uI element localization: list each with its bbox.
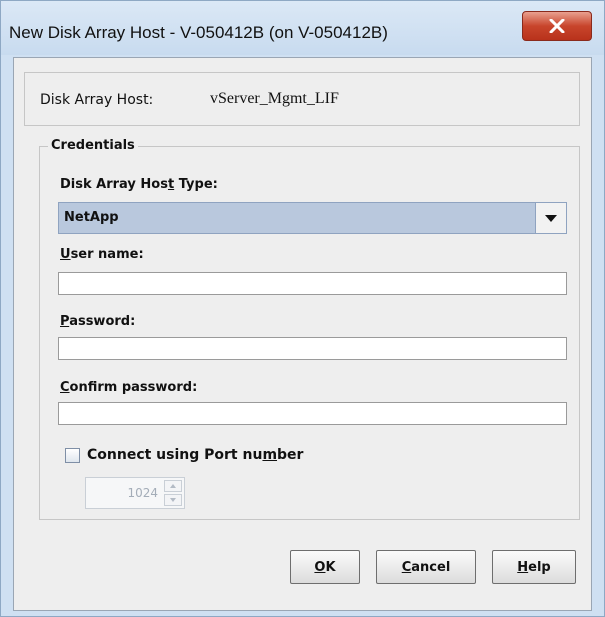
port-checkbox[interactable]	[65, 448, 80, 463]
spin-down-button[interactable]	[164, 494, 182, 506]
host-type-label: Disk Array Host Type:	[60, 177, 218, 192]
host-info-panel: Disk Array Host: vServer_Mgmt_LIF	[24, 72, 580, 126]
password-input[interactable]	[58, 337, 567, 360]
spin-up-button[interactable]	[164, 480, 182, 492]
dropdown-button[interactable]	[535, 203, 566, 233]
port-number-value: 1024	[127, 486, 158, 500]
close-button[interactable]	[522, 11, 592, 41]
spinner-buttons	[164, 480, 182, 506]
host-value: vServer_Mgmt_LIF	[210, 90, 339, 107]
dialog-content: Disk Array Host: vServer_Mgmt_LIF Creden…	[13, 57, 592, 611]
password-label: Password:	[60, 314, 136, 329]
host-type-value: NetApp	[64, 210, 119, 225]
help-button[interactable]: Help	[492, 550, 576, 584]
dialog-window: New Disk Array Host - V-050412B (on V-05…	[0, 0, 605, 617]
confirm-password-label: Confirm password:	[60, 380, 198, 395]
port-checkbox-label[interactable]: Connect using Port number	[87, 447, 303, 463]
chevron-up-icon	[170, 484, 176, 488]
chevron-down-icon	[170, 498, 176, 502]
credentials-group: Credentials Disk Array Host Type: NetApp…	[39, 138, 580, 520]
cancel-button[interactable]: Cancel	[376, 550, 476, 584]
confirm-password-input[interactable]	[58, 402, 567, 425]
title-bar[interactable]: New Disk Array Host - V-050412B (on V-05…	[1, 1, 604, 55]
username-label: User name:	[60, 247, 144, 262]
chevron-down-icon	[545, 214, 557, 222]
host-type-select[interactable]: NetApp	[58, 202, 567, 234]
host-label: Disk Array Host:	[40, 92, 154, 108]
window-title: New Disk Array Host - V-050412B (on V-05…	[9, 23, 388, 42]
credentials-legend: Credentials	[48, 138, 138, 153]
username-input[interactable]	[58, 272, 567, 295]
port-number-spinner[interactable]: 1024	[85, 477, 185, 509]
close-icon	[549, 19, 565, 33]
ok-button[interactable]: OK	[290, 550, 360, 584]
